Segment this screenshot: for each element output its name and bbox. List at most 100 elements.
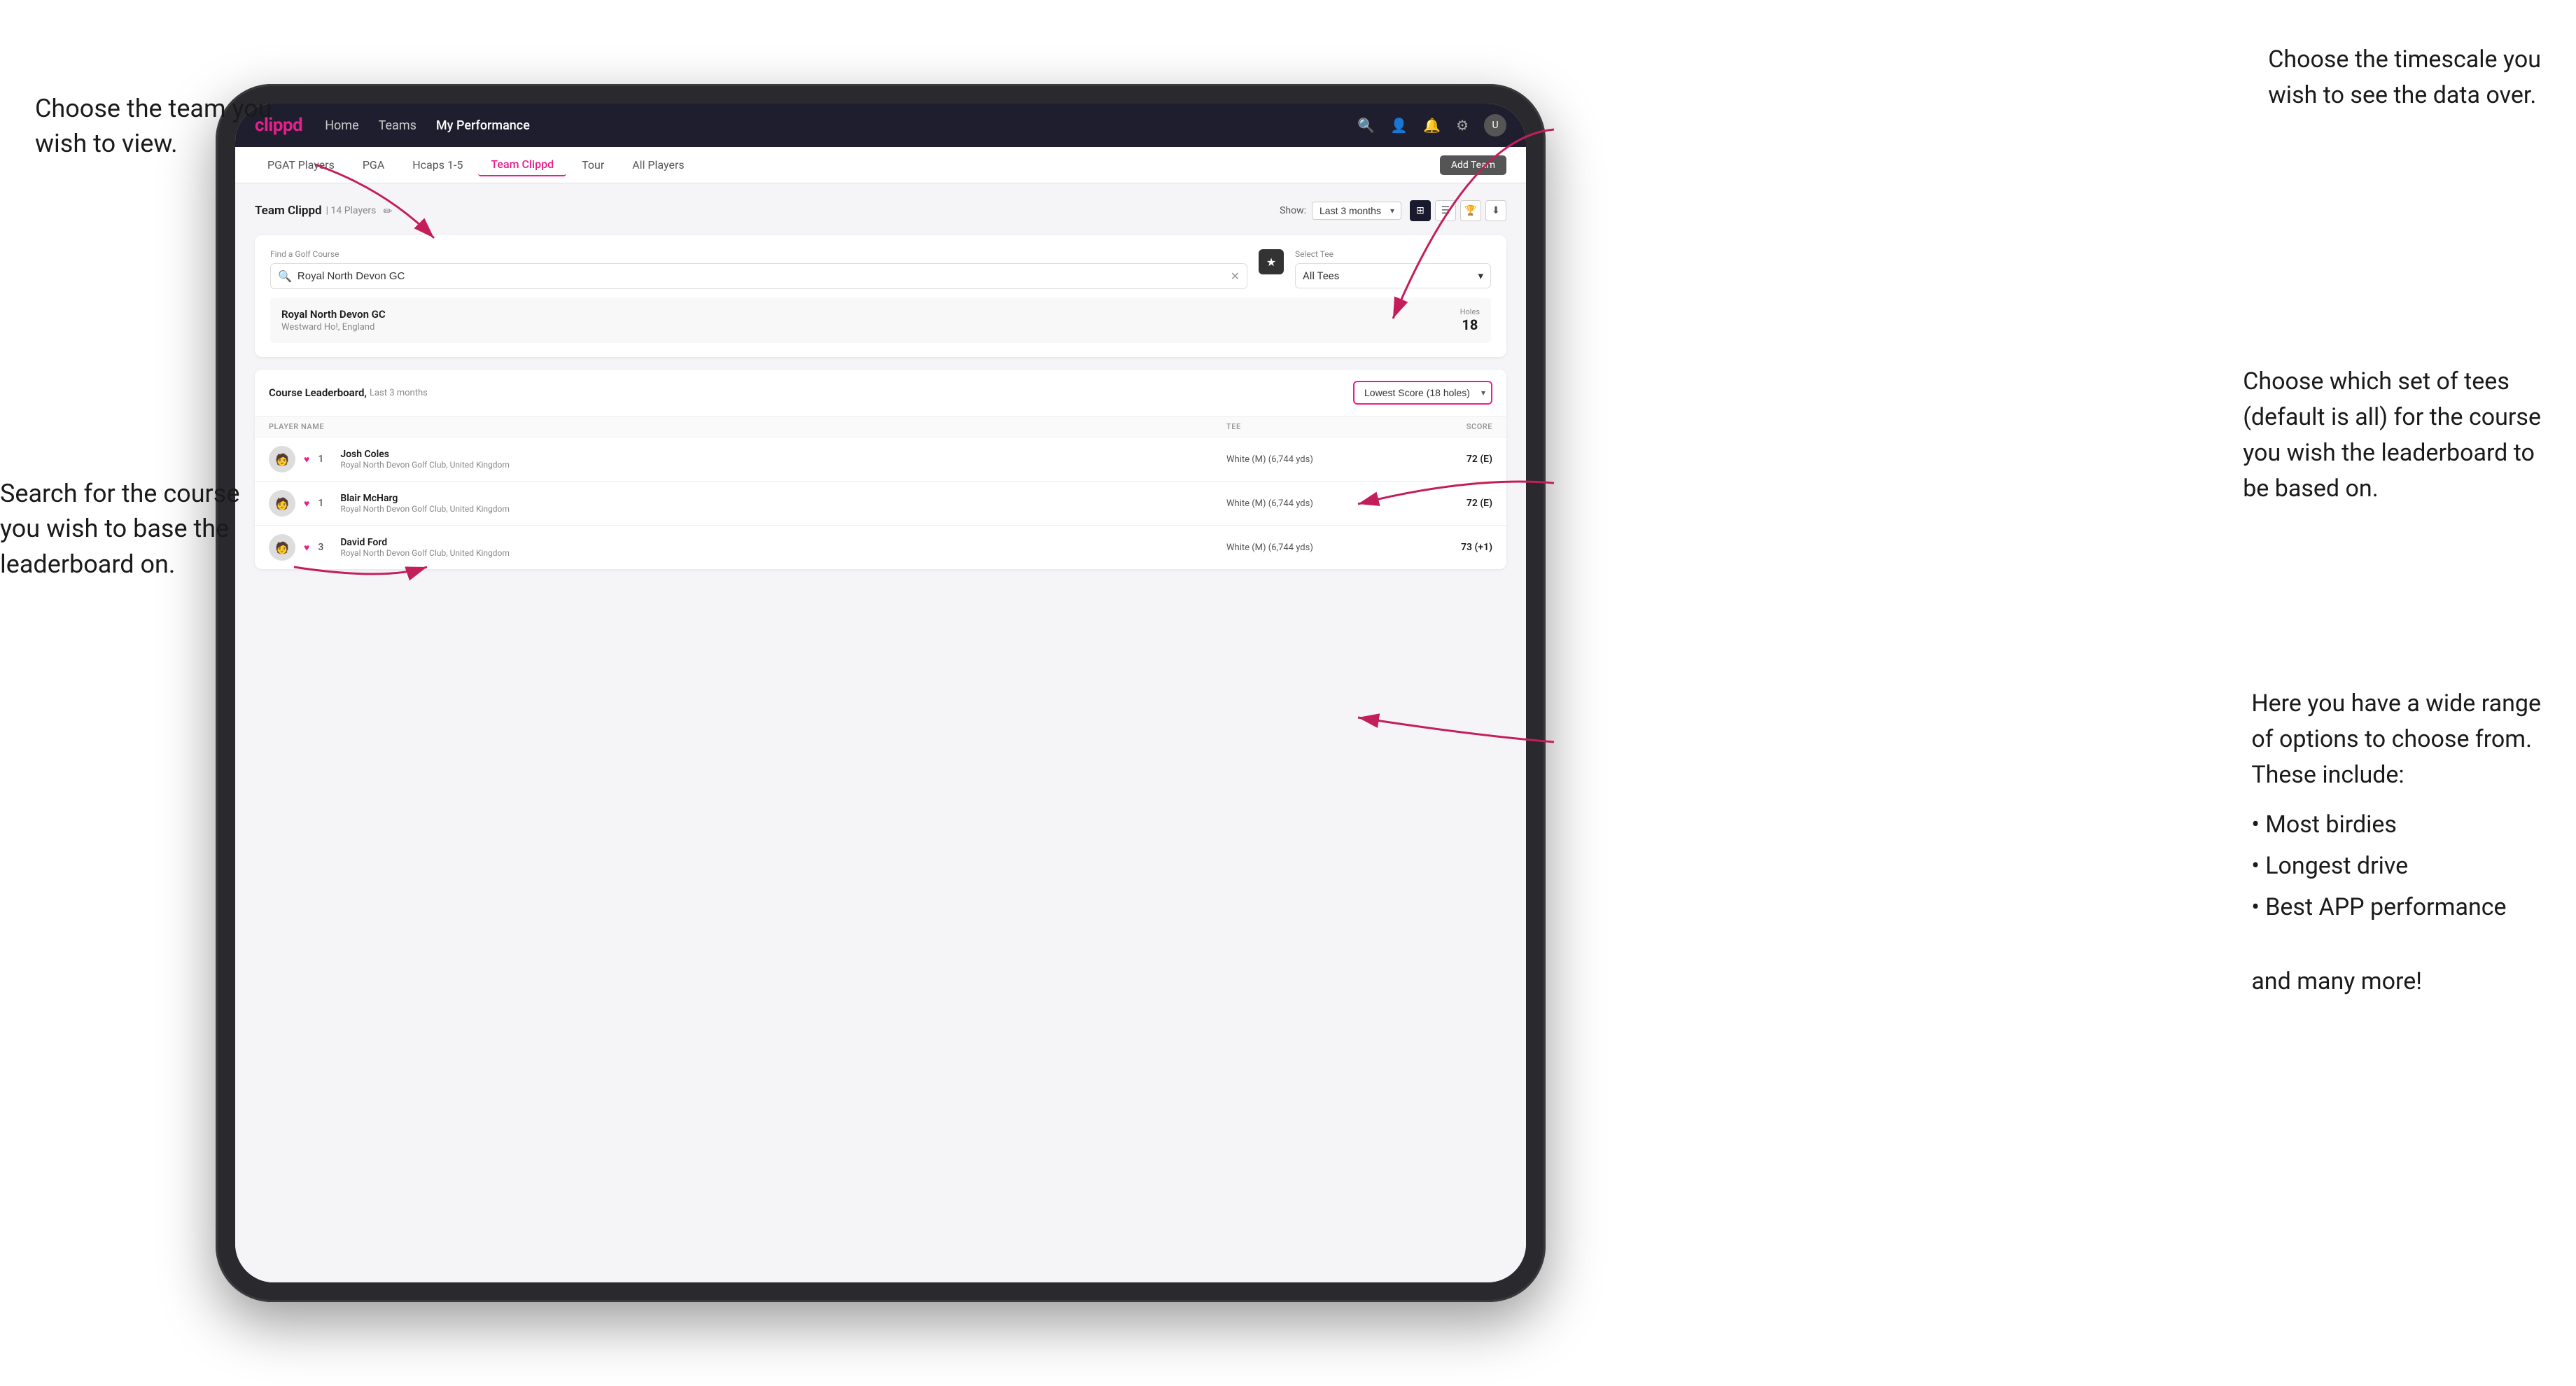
course-result[interactable]: Royal North Devon GC Westward Ho!, Engla… (270, 298, 1491, 343)
bullet-item-3: Best APP performance (2251, 887, 2541, 928)
nav-bar: clippd Home Teams My Performance 🔍 👤 🔔 ⚙… (235, 104, 1526, 147)
player-cell-1: 🧑 ♥ 1 Josh Coles Royal North Devon Golf … (269, 446, 1226, 472)
col-player-header: PLAYER NAME (269, 422, 1226, 431)
edit-icon[interactable]: ✏ (383, 204, 392, 218)
timescale-dropdown[interactable]: Last 3 months Last month Last 6 months L… (1312, 202, 1401, 220)
player-avatar-2: 🧑 (269, 490, 295, 517)
and-more-text: and many more! (2251, 967, 2422, 995)
search-icon[interactable]: 🔍 (1357, 117, 1375, 134)
annotation-middle-left: Search for the courseyou wish to base th… (0, 476, 239, 582)
course-search-label: Find a Golf Course (270, 249, 1247, 259)
list-view-button[interactable]: ☰ (1435, 200, 1456, 221)
table-header: PLAYER NAME TEE SCORE (255, 416, 1506, 438)
leaderboard-section: Course Leaderboard, Last 3 months Lowest… (255, 370, 1506, 569)
sub-nav: PGAT Players PGA Hcaps 1-5 Team Clippd T… (235, 147, 1526, 183)
heart-icon-2[interactable]: ♥ (304, 498, 309, 510)
bullet-item-1: Most birdies (2251, 804, 2541, 846)
col-tee-header: TEE (1226, 422, 1408, 431)
course-location: Westward Ho!, England (281, 322, 386, 332)
player-tee-2: White (M) (6,744 yds) (1226, 498, 1408, 509)
holes-label: Holes (1460, 307, 1480, 316)
nav-home[interactable]: Home (325, 118, 358, 133)
player-info-2: Blair McHarg Royal North Devon Golf Club… (340, 493, 510, 514)
leaderboard-title: Course Leaderboard, (269, 386, 367, 399)
heart-icon-3[interactable]: ♥ (304, 542, 309, 554)
col-score-header: SCORE (1408, 422, 1492, 431)
search-icon: 🔍 (278, 270, 292, 283)
player-tee-3: White (M) (6,744 yds) (1226, 542, 1408, 553)
subnav-hcaps[interactable]: Hcaps 1-5 (400, 154, 475, 176)
subnav-team-clippd[interactable]: Team Clippd (478, 153, 566, 176)
player-cell-2: 🧑 ♥ 1 Blair McHarg Royal North Devon Gol… (269, 490, 1226, 517)
tablet-device: clippd Home Teams My Performance 🔍 👤 🔔 ⚙… (216, 84, 1546, 1302)
score-dropdown-wrapper: Lowest Score (18 holes) Most Birdies Lon… (1353, 381, 1492, 405)
score-type-dropdown[interactable]: Lowest Score (18 holes) Most Birdies Lon… (1353, 381, 1492, 405)
tee-select-wrap[interactable]: All Tees ▾ (1295, 263, 1491, 288)
leaderboard-table: PLAYER NAME TEE SCORE 🧑 ♥ 1 Josh Coles (255, 416, 1506, 569)
grid-view-button[interactable]: ⊞ (1410, 200, 1431, 221)
player-club-1: Royal North Devon Golf Club, United King… (340, 460, 510, 470)
course-info: Royal North Devon GC Westward Ho!, Engla… (281, 308, 386, 332)
player-rank-3: 3 (318, 542, 332, 553)
clear-icon[interactable]: ✕ (1231, 270, 1240, 283)
holes-box: Holes 18 (1460, 307, 1480, 333)
leaderboard-header: Course Leaderboard, Last 3 months Lowest… (255, 370, 1506, 416)
show-label: Show: Last 3 months Last month Last 6 mo… (1280, 202, 1401, 220)
table-row[interactable]: 🧑 ♥ 1 Josh Coles Royal North Devon Golf … (255, 438, 1506, 482)
tablet-screen: clippd Home Teams My Performance 🔍 👤 🔔 ⚙… (235, 104, 1526, 1282)
player-avatar-3: 🧑 (269, 534, 295, 561)
tee-select-label: Select Tee (1295, 249, 1491, 259)
nav-right-icons: 🔍 👤 🔔 ⚙ U (1357, 114, 1506, 136)
view-icons: ⊞ ☰ 🏆 ⬇ (1410, 200, 1506, 221)
tee-select-group: Select Tee All Tees ▾ (1295, 249, 1491, 288)
player-name-1: Josh Coles (340, 449, 510, 460)
player-score-1: 72 (E) (1408, 454, 1492, 465)
course-search-wrap: 🔍 ✕ (270, 263, 1247, 289)
nav-teams[interactable]: Teams (379, 118, 416, 133)
player-club-2: Royal North Devon Golf Club, United King… (340, 504, 510, 514)
annotation-top-right: Choose the timescale youwish to see the … (2268, 42, 2541, 113)
download-button[interactable]: ⬇ (1485, 200, 1506, 221)
search-section: Find a Golf Course 🔍 ✕ ★ Select Tee (255, 235, 1506, 357)
settings-icon[interactable]: ⚙ (1456, 117, 1469, 134)
add-team-button[interactable]: Add Team (1440, 155, 1506, 175)
subnav-tour[interactable]: Tour (569, 154, 617, 176)
annotation-bottom-right: Here you have a wide rangeof options to … (2251, 686, 2541, 1000)
bell-icon[interactable]: 🔔 (1423, 117, 1441, 134)
nav-links: Home Teams My Performance (325, 118, 530, 133)
player-score-2: 72 (E) (1408, 498, 1492, 509)
timescale-dropdown-wrapper: Last 3 months Last month Last 6 months L… (1312, 202, 1401, 220)
team-header: Team Clippd | 14 Players ✏ Show: Last 3 … (255, 200, 1506, 221)
heart-icon-1[interactable]: ♥ (304, 454, 309, 465)
player-tee-1: White (M) (6,744 yds) (1226, 454, 1408, 465)
player-name-2: Blair McHarg (340, 493, 510, 504)
search-row: Find a Golf Course 🔍 ✕ ★ Select Tee (270, 249, 1491, 289)
star-button-wrap: ★ (1259, 249, 1284, 274)
options-list: Most birdies Longest drive Best APP perf… (2251, 804, 2541, 928)
player-avatar-1: 🧑 (269, 446, 295, 472)
player-cell-3: 🧑 ♥ 3 David Ford Royal North Devon Golf … (269, 534, 1226, 561)
player-rank-1: 1 (318, 454, 332, 465)
content-area: Team Clippd | 14 Players ✏ Show: Last 3 … (235, 183, 1526, 1282)
subnav-pga[interactable]: PGA (350, 154, 397, 176)
subnav-all-players[interactable]: All Players (620, 154, 696, 176)
player-name-3: David Ford (340, 537, 510, 548)
favorite-button[interactable]: ★ (1259, 249, 1284, 274)
avatar[interactable]: U (1484, 114, 1506, 136)
annotation-middle-right: Choose which set of tees(default is all)… (2243, 364, 2541, 507)
annotation-top-left: Choose the team you wish to view. (35, 91, 329, 162)
player-score-3: 73 (+1) (1408, 542, 1492, 553)
leaderboard-subtitle: Last 3 months (370, 388, 428, 398)
course-search-group: Find a Golf Course 🔍 ✕ (270, 249, 1247, 289)
user-icon[interactable]: 👤 (1390, 117, 1408, 134)
course-search-input[interactable] (298, 270, 1225, 282)
team-player-count: | 14 Players (326, 205, 377, 216)
player-info-3: David Ford Royal North Devon Golf Club, … (340, 537, 510, 558)
team-title: Team Clippd (255, 204, 322, 218)
trophy-view-button[interactable]: 🏆 (1460, 200, 1481, 221)
table-row[interactable]: 🧑 ♥ 3 David Ford Royal North Devon Golf … (255, 526, 1506, 569)
player-rank-2: 1 (318, 498, 332, 509)
course-name: Royal North Devon GC (281, 308, 386, 321)
nav-my-performance[interactable]: My Performance (436, 118, 530, 133)
table-row[interactable]: 🧑 ♥ 1 Blair McHarg Royal North Devon Gol… (255, 482, 1506, 526)
